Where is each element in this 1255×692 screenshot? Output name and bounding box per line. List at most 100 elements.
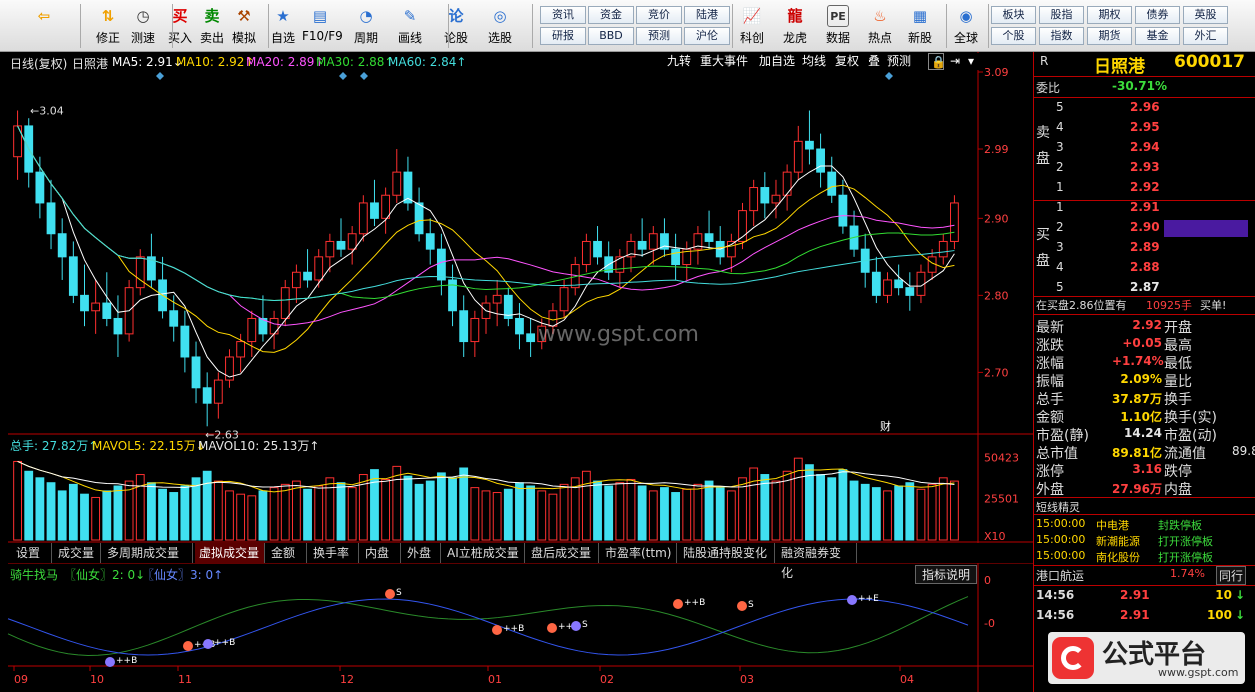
stat-value: 2.92 [1132, 318, 1162, 332]
chart-stock-name: 日照港 [72, 57, 109, 71]
indicator-line2: 〖仙女〗3: 0↑ [142, 568, 224, 582]
tab-融资融券变化[interactable]: 融资融券变化 [777, 543, 857, 580]
toolbar-separator [988, 4, 989, 48]
peer-button[interactable]: 同行 [1216, 566, 1247, 585]
toolbar-market-button[interactable]: 英股 [1183, 6, 1228, 24]
buy-side-label: 买盘 [1036, 227, 1050, 269]
toolbar-button-论股[interactable]: 论论股 [438, 3, 474, 49]
tab-AI立桩成交量[interactable]: AI立桩成交量 [443, 543, 525, 563]
divider [1034, 97, 1255, 98]
tick-price: 2.91 [1120, 608, 1150, 622]
toolbar-small-button[interactable]: 预测 [636, 27, 682, 45]
dropdown-icon[interactable]: ▾ [966, 53, 980, 70]
candle [102, 302, 112, 319]
stat-label: 市盈(静) [1036, 428, 1089, 444]
toolbar-app-龙虎[interactable]: 龍龙虎 [775, 3, 815, 49]
volume-bar [671, 492, 681, 541]
toolbar-button-测速[interactable]: ◷ 测速 [125, 3, 161, 49]
tab-设置[interactable]: 设置 [12, 543, 52, 563]
tab-多周期成交量[interactable]: 多周期成交量 [103, 543, 193, 563]
toolbar-button-买入[interactable]: 买买入 [162, 3, 198, 49]
short-time: 15:00:00 [1036, 549, 1086, 562]
toolbar-market-button[interactable]: 板块 [991, 6, 1036, 24]
ma-label-2: MA10: 2.92↑ [176, 55, 255, 69]
toolbar-app-数据[interactable]: PE 数据 [818, 3, 858, 49]
toolbar-small-button[interactable]: 研报 [540, 27, 586, 45]
toolbar-small-button[interactable]: 沪伦 [684, 27, 730, 45]
volume-bar [537, 490, 547, 541]
chart-button-预测[interactable]: 预测 [885, 53, 915, 70]
toolbar-app-新股[interactable]: ▦ 新股 [900, 3, 940, 49]
tab-换手率[interactable]: 换手率 [309, 543, 359, 563]
toolbar-button-画线[interactable]: ✎ 画线 [392, 3, 428, 49]
tab-陆股通持股变化[interactable]: 陆股通持股变化 [679, 543, 775, 563]
sector-name[interactable]: 港口航运 [1036, 567, 1084, 584]
tab-盘后成交量[interactable]: 盘后成交量 [527, 543, 599, 563]
toolbar-market-button[interactable]: 期权 [1087, 6, 1132, 24]
pin-icon[interactable]: ⇥ [948, 53, 964, 70]
toolbar-small-button[interactable]: 竞价 [636, 6, 682, 24]
short-line-title: 短线精灵 [1036, 501, 1080, 514]
chart-button-九转[interactable]: 九转 [665, 53, 695, 70]
toolbar-button-卖出[interactable]: 卖卖出 [194, 3, 230, 49]
toolbar-market-button[interactable]: 外汇 [1183, 27, 1228, 45]
toolbar-small-button[interactable]: BBD [588, 27, 634, 45]
volume-bar [448, 477, 457, 541]
lock-icon[interactable]: 🔒 [928, 53, 946, 70]
stat-value: 89.81亿 [1112, 446, 1162, 460]
toolbar-app-热点[interactable]: ♨ 热点 [860, 3, 900, 49]
chart-button-叠[interactable]: 叠 [866, 53, 882, 70]
toolbar-market-button[interactable]: 个股 [991, 27, 1036, 45]
toolbar-small-button[interactable]: 陆港 [684, 6, 730, 24]
chart-button-重大事件[interactable]: 重大事件 [698, 53, 754, 70]
tab-虚拟成交量[interactable]: 虚拟成交量 [195, 543, 265, 563]
stat-label: 换手(实) [1164, 410, 1217, 426]
signal-label: S [396, 588, 402, 598]
chart-button-均线[interactable]: 均线 [800, 53, 830, 70]
candle [648, 233, 658, 250]
tab-成交量[interactable]: 成交量 [54, 543, 101, 563]
toolbar-button-周期[interactable]: ◔ 周期 [348, 3, 384, 49]
candle [191, 356, 201, 389]
toolbar-button-F10/F9[interactable]: ▤ F10/F9 [302, 3, 343, 49]
toolbar-button-选股[interactable]: ◎ 选股 [482, 3, 518, 49]
tab-内盘[interactable]: 内盘 [361, 543, 401, 563]
toolbar-button-back[interactable]: ⇦ [26, 3, 62, 49]
stat-value: +0.05 [1122, 336, 1162, 350]
toolbar-market-button[interactable]: 指数 [1039, 27, 1084, 45]
candle [827, 171, 837, 196]
x-axis-label: 09 [14, 673, 28, 686]
finance-marker: 财 [880, 419, 891, 433]
f10-icon: ▤ [312, 7, 328, 25]
stat-label: 金额 [1036, 410, 1064, 426]
stat-label: 市盈(动) [1164, 428, 1217, 444]
candle [425, 233, 435, 250]
volume-bar [849, 480, 859, 541]
indicator-help-button[interactable]: 指标说明 [915, 565, 978, 584]
tab-外盘[interactable]: 外盘 [403, 543, 441, 563]
toolbar-small-button[interactable]: 资讯 [540, 6, 586, 24]
clock-icon: ◷ [136, 7, 150, 25]
toolbar-app-科创[interactable]: 📈 科创 [732, 3, 772, 49]
toolbar-market-button[interactable]: 股指 [1039, 6, 1084, 24]
toolbar-app-全球[interactable]: ◉ 全球 [946, 3, 986, 49]
chart-canvas[interactable]: 3.092.992.902.802.70←3.04←2.63财504232550… [0, 52, 1033, 692]
short-stock: 南化股份 [1096, 551, 1140, 564]
tab-金额[interactable]: 金额 [267, 543, 307, 563]
toolbar-button-模拟[interactable]: ⚒ 模拟 [226, 3, 262, 49]
x-axis-label: 01 [488, 673, 502, 686]
chart-button-复权[interactable]: 复权 [833, 53, 863, 70]
sell-icon: 卖 [204, 7, 220, 25]
toolbar-button-自选[interactable]: ★ 自选 [265, 3, 301, 49]
tab-市盈率(ttm)[interactable]: 市盈率(ttm) [601, 543, 677, 563]
volume-axis-label: X10 [984, 530, 1006, 543]
toolbar-market-button[interactable]: 基金 [1135, 27, 1180, 45]
chart-button-加自选[interactable]: 加自选 [757, 53, 797, 70]
toolbar-market-button[interactable]: 期货 [1087, 27, 1132, 45]
chart-icon: 📈 [742, 7, 762, 25]
toolbar-button-修正[interactable]: ⇅ 修正 [90, 3, 126, 49]
volume-bar [526, 485, 536, 541]
candle [793, 140, 803, 173]
toolbar-market-button[interactable]: 债券 [1135, 6, 1180, 24]
toolbar-small-button[interactable]: 资金 [588, 6, 634, 24]
